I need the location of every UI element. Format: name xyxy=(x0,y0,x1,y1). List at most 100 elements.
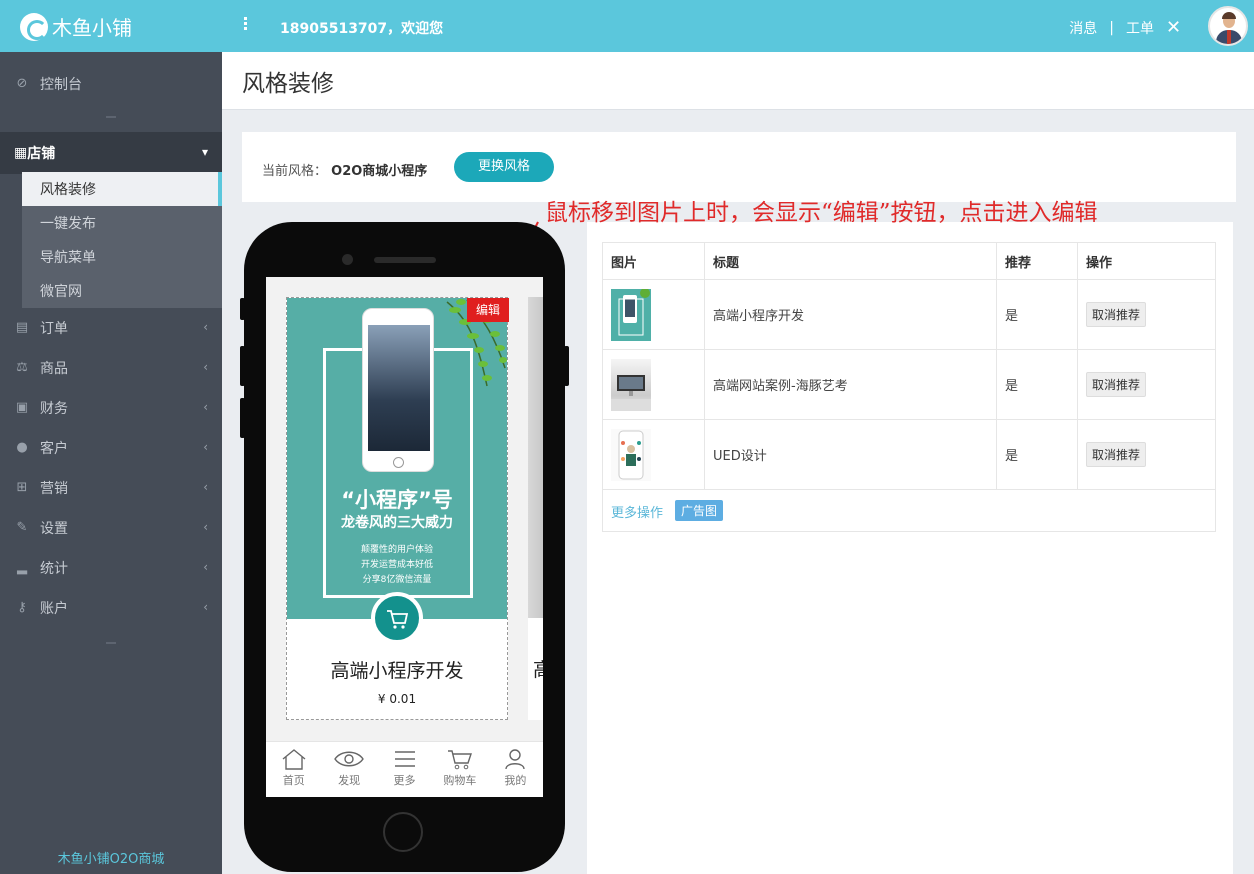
sidebar-item-label: 营销 xyxy=(40,481,68,497)
product-name: 高端小程序开发 xyxy=(330,660,464,682)
signal-icon: ▂ xyxy=(17,560,27,575)
banner-subtitle: 龙卷风的三大威力 xyxy=(341,515,453,531)
tab-cart[interactable]: 购物车 xyxy=(432,742,487,797)
table-row: 高端小程序开发 是 取消推荐 xyxy=(602,279,1216,350)
tab-label: 首页 xyxy=(282,774,305,787)
sidebar-item-customers[interactable]: ● 客户 ‹ xyxy=(0,428,222,468)
more-operations-link[interactable]: 更多操作 xyxy=(611,502,663,521)
sidebar-item-dashboard[interactable]: ⊘ 控制台 xyxy=(0,64,222,104)
scale-icon: ⚖ xyxy=(16,360,28,375)
change-style-button[interactable]: 更换风格 xyxy=(454,152,554,182)
column-header-action: 操作 xyxy=(1077,242,1216,280)
menu-toggle-icon[interactable] xyxy=(244,17,248,35)
annotation-text: 鼠标移到图片上时，会显示“编辑”按钮，点击进入编辑 xyxy=(545,200,1098,226)
sidebar-item-account[interactable]: ⚷ 账户 ‹ xyxy=(0,588,222,628)
sidebar: ⊘ 控制台 ▦ 店铺 ▾ 风格装修 一键发布 导航菜单 微官网 ▤ 订单 ‹ ⚖… xyxy=(0,52,222,874)
product-thumbnail[interactable] xyxy=(611,287,651,341)
sidebar-subitem-microsite[interactable]: 微官网 xyxy=(22,274,222,308)
tab-home[interactable]: 首页 xyxy=(266,742,321,797)
current-style-label: 当前风格： O2O商城小程序 xyxy=(262,160,427,179)
shop-icon: ▦ xyxy=(14,145,28,161)
product-card[interactable]: 高 xyxy=(528,297,543,720)
phone-preview: 编辑 “小程序”号 龙卷风的三大威力 颠覆性的用户体验 开发运营成本好低 分享8… xyxy=(240,222,569,872)
current-style-panel: 当前风格： O2O商城小程序 更换风格 xyxy=(242,132,1236,202)
banner-line: 颠覆性的用户体验 xyxy=(360,545,433,555)
sidebar-item-orders[interactable]: ▤ 订单 ‹ xyxy=(0,308,222,348)
table-row: 高端网站案例-海豚艺考 是 取消推荐 xyxy=(602,349,1216,420)
chevron-left-icon: ‹ xyxy=(203,320,208,334)
tickets-link[interactable]: 工单 xyxy=(1126,18,1154,38)
product-price: ¥ 0.01 xyxy=(377,692,417,706)
sidebar-item-shop[interactable]: ▦ 店铺 ▾ xyxy=(0,132,222,174)
key-icon: ⚷ xyxy=(17,600,27,615)
banner-line: 开发运营成本好低 xyxy=(360,560,433,570)
cancel-recommend-button[interactable]: 取消推荐 xyxy=(1086,372,1147,397)
current-style-caption: 当前风格： xyxy=(262,164,328,179)
tab-label: 购物车 xyxy=(443,774,477,787)
welcome-text: 18905513707，欢迎您 xyxy=(280,21,444,37)
sidebar-item-products[interactable]: ⚖ 商品 ‹ xyxy=(0,348,222,388)
product-image[interactable]: “小程序”号 龙卷风的三大威力 颠覆性的用户体验 开发运营成本好低 分享8亿微信… xyxy=(287,298,507,619)
sidebar-footer[interactable]: 木鱼小铺O2O商城 xyxy=(0,848,222,867)
edit-button[interactable]: 编辑 xyxy=(467,298,509,322)
tab-more[interactable]: 更多 xyxy=(377,742,432,797)
recommend-table: 图片 标题 推荐 操作 高端小程序开发 是 取消推荐 高端网站案例-海豚艺考 是… xyxy=(602,242,1216,490)
money-icon: ▣ xyxy=(15,400,29,415)
row-title: UED设计 xyxy=(704,419,997,490)
product-image[interactable] xyxy=(528,297,543,618)
sidebar-item-stats[interactable]: ▂ 统计 ‹ xyxy=(0,548,222,588)
speaker-icon xyxy=(374,257,436,263)
avatar[interactable] xyxy=(1208,6,1248,46)
sidebar-subitem-publish[interactable]: 一键发布 xyxy=(22,206,222,240)
tab-label: 发现 xyxy=(338,774,361,787)
wrench-icon[interactable]: ✕ xyxy=(1166,17,1181,38)
sidebar-item-settings[interactable]: ✎ 设置 ‹ xyxy=(0,508,222,548)
camera-icon xyxy=(342,254,353,265)
orders-icon: ▤ xyxy=(15,320,29,335)
phone-tab-bar: 首页 发现 更多 购物车 我的 xyxy=(266,741,543,797)
product-name: 高 xyxy=(533,659,543,681)
tab-label: 更多 xyxy=(393,774,416,787)
page-header: 风格装修 xyxy=(222,52,1254,110)
table-row: UED设计 是 取消推荐 xyxy=(602,419,1216,490)
sidebar-item-finance[interactable]: ▣ 财务 ‹ xyxy=(0,388,222,428)
logo-icon xyxy=(20,12,48,41)
dashboard-icon: ⊘ xyxy=(16,76,28,91)
tab-mine[interactable]: 我的 xyxy=(488,742,543,797)
tab-discover[interactable]: 发现 xyxy=(321,742,376,797)
product-card[interactable]: 编辑 “小程序”号 龙卷风的三大威力 颠覆性的用户体验 开发运营成本好低 分享8… xyxy=(286,297,509,720)
logo[interactable]: 木鱼小铺 xyxy=(20,12,132,41)
table-footer: 更多操作 广告图 xyxy=(602,490,1216,532)
cart-icon[interactable] xyxy=(371,592,423,644)
product-thumbnail[interactable] xyxy=(611,428,651,481)
cancel-recommend-button[interactable]: 取消推荐 xyxy=(1086,302,1147,327)
top-bar: 木鱼小铺 18905513707，欢迎您 消息 | 工单 ✕ xyxy=(0,0,1254,52)
product-thumbnail[interactable] xyxy=(611,358,651,411)
messages-link[interactable]: 消息 xyxy=(1069,18,1097,38)
row-recommend: 是 xyxy=(996,349,1078,420)
users-icon: ● xyxy=(16,440,28,455)
table-header-row: 图片 标题 推荐 操作 xyxy=(602,242,1216,280)
cancel-recommend-button[interactable]: 取消推荐 xyxy=(1086,442,1147,467)
top-links: 消息 | 工单 xyxy=(1069,18,1154,38)
wrench-icon: ✎ xyxy=(16,520,28,535)
page-title: 风格装修 xyxy=(242,71,334,97)
sidebar-subitem-nav-menu[interactable]: 导航菜单 xyxy=(22,240,222,274)
column-header-title: 标题 xyxy=(704,242,997,280)
chevron-left-icon: ‹ xyxy=(203,520,208,534)
sidebar-item-marketing[interactable]: ⊞ 营销 ‹ xyxy=(0,468,222,508)
tab-label: 我的 xyxy=(504,774,527,787)
sidebar-item-label: 客户 xyxy=(40,441,68,457)
current-style-name: O2O商城小程序 xyxy=(331,164,428,179)
ad-image-tag[interactable]: 广告图 xyxy=(675,500,724,521)
column-header-recommend: 推荐 xyxy=(996,242,1078,280)
sidebar-item-label: 订单 xyxy=(40,321,68,337)
row-recommend: 是 xyxy=(996,419,1078,490)
cart-icon xyxy=(447,750,472,770)
chevron-left-icon: ‹ xyxy=(203,600,208,614)
sidebar-subitem-style[interactable]: 风格装修 xyxy=(22,172,222,206)
phone-screen: 编辑 “小程序”号 龙卷风的三大威力 颠覆性的用户体验 开发运营成本好低 分享8… xyxy=(266,277,543,797)
chevron-left-icon: ‹ xyxy=(203,480,208,494)
top-separator: | xyxy=(1109,20,1114,36)
row-title: 高端网站案例-海豚艺考 xyxy=(704,349,997,420)
